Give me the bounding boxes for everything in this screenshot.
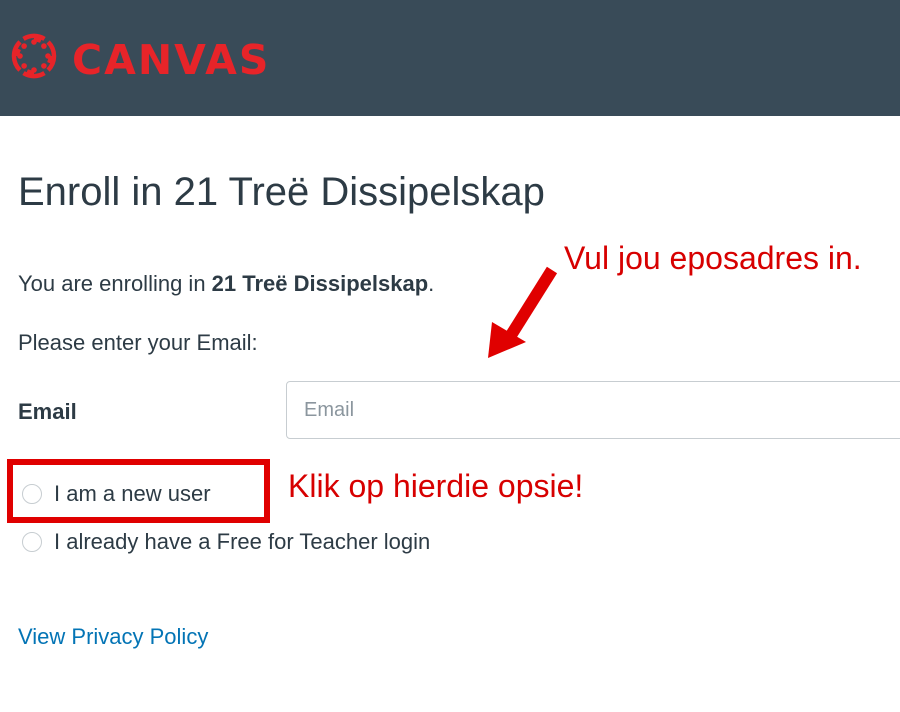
enrolling-message: You are enrolling in 21 Treë Dissipelska… xyxy=(18,268,434,300)
email-label: Email xyxy=(18,399,77,424)
existing-login-radio[interactable] xyxy=(22,532,42,552)
email-annotation: Vul jou eposadres in. xyxy=(564,240,862,276)
privacy-policy-link[interactable]: View Privacy Policy xyxy=(18,621,208,653)
course-name: 21 Treë Dissipelskap xyxy=(211,271,429,296)
red-arrow-icon xyxy=(488,266,558,358)
existing-login-option[interactable]: I already have a Free for Teacher login xyxy=(22,526,430,558)
email-input[interactable] xyxy=(286,381,900,439)
top-header: CANVAS xyxy=(0,0,900,116)
page-title: Enroll in 21 Treë Dissipelskap xyxy=(18,170,545,214)
existing-login-label: I already have a Free for Teacher login xyxy=(54,529,431,554)
canvas-logo-text: CANVAS xyxy=(72,36,271,84)
option-annotation: Klik op hierdie opsie! xyxy=(288,468,584,504)
canvas-logo-icon xyxy=(11,33,57,79)
enrolling-suffix: . xyxy=(428,271,435,296)
new-user-highlight-box xyxy=(7,459,270,523)
email-prompt: Please enter your Email: xyxy=(18,330,258,355)
enrolling-prefix: You are enrolling in xyxy=(18,271,212,296)
